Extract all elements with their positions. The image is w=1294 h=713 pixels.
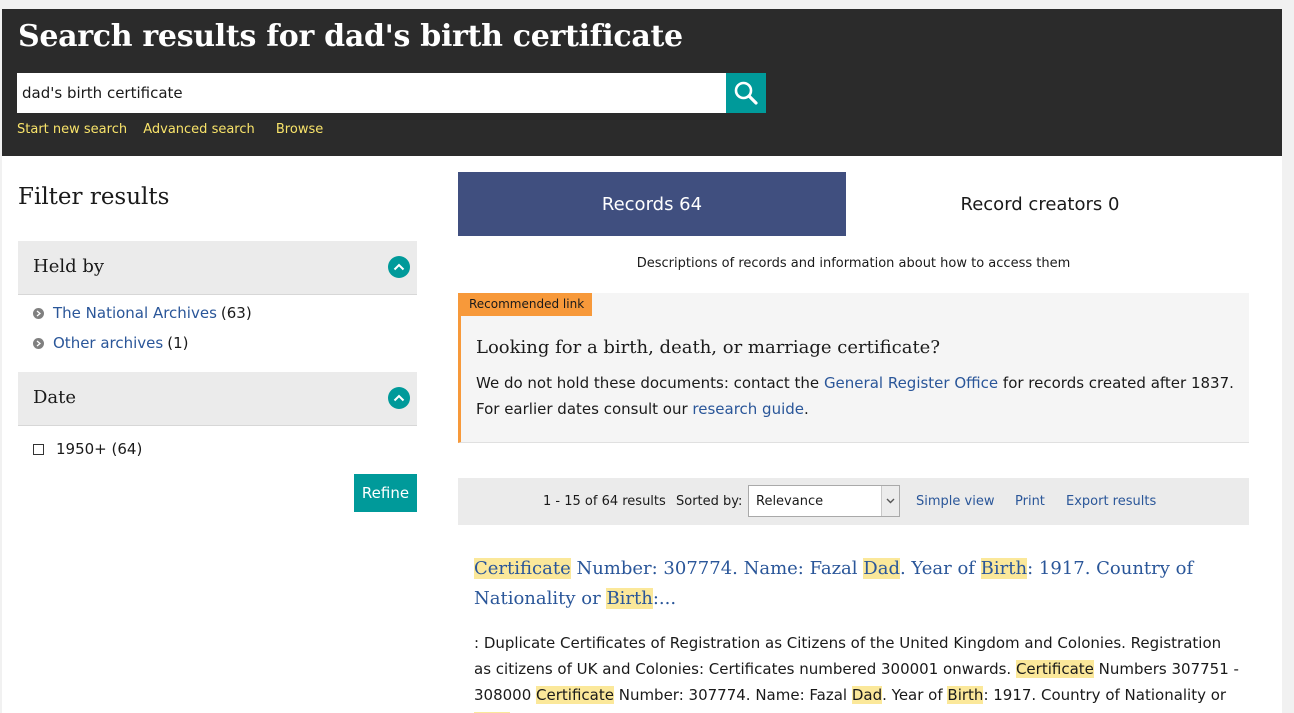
recommended-text: We do not hold these documents: contact … (476, 370, 1236, 422)
results-count: 1 - 15 of 64 results (543, 494, 666, 509)
tab-records[interactable]: Records 64 (458, 172, 846, 236)
simple-view-link[interactable]: Simple view (916, 494, 994, 509)
result-text: Number: 307774. Name: Fazal (613, 686, 852, 704)
result-text: :... (652, 588, 677, 609)
export-results-link[interactable]: Export results (1066, 494, 1156, 509)
date-1950-checkbox[interactable] (33, 443, 44, 455)
held-by-label: Held by (33, 256, 105, 277)
result-title-link[interactable]: Certificate Number: 307774. Name: Fazal … (474, 558, 1193, 609)
facet-item-national-archives: The National Archives (63) (33, 304, 252, 322)
refine-button[interactable]: Refine (354, 474, 417, 512)
held-by-facet-header[interactable]: Held by (18, 241, 417, 295)
recommended-text-part: We do not hold these documents: contact … (476, 374, 824, 392)
print-link[interactable]: Print (1015, 494, 1045, 509)
search-icon (734, 81, 758, 105)
header-links: Start new search Advanced search Browse (17, 122, 335, 137)
research-guide-link[interactable]: research guide (692, 400, 804, 418)
tab-description: Descriptions of records and information … (636, 256, 1071, 271)
result-text: . Year of (882, 686, 948, 704)
date-1950-label: 1950+ (64) (56, 440, 143, 458)
other-archives-link[interactable]: Other archives (53, 334, 163, 352)
chevron-right-bullet-icon (33, 337, 44, 349)
sort-select-value: Relevance (756, 494, 824, 509)
advanced-search-link[interactable]: Advanced search (143, 122, 255, 137)
recommended-heading: Looking for a birth, death, or marriage … (476, 337, 940, 358)
sort-select[interactable]: Relevance (748, 485, 900, 517)
search-input[interactable] (17, 73, 728, 113)
chevron-right-bullet-icon (33, 307, 44, 319)
page-title: Search results for dad's birth certifica… (18, 19, 683, 54)
page: Search results for dad's birth certifica… (2, 9, 1282, 713)
search-term-highlight: Certificate (474, 558, 571, 579)
search-term-highlight: Dad (851, 686, 883, 704)
result-text: : 1917. Country of Nationality or (983, 686, 1227, 704)
recommended-text-part: . (804, 400, 809, 418)
search-term-highlight: Certificate (1015, 660, 1094, 678)
facet-count: (63) (220, 304, 252, 322)
result-text: Number: 307774. Name: Fazal (570, 558, 864, 579)
browse-link[interactable]: Browse (276, 122, 323, 137)
tab-record-creators[interactable]: Record creators 0 (846, 172, 1234, 236)
sorted-by-label: Sorted by: (676, 494, 743, 509)
facet-count: (1) (167, 334, 189, 352)
date-facet-header[interactable]: Date (18, 372, 417, 426)
filter-results-heading: Filter results (18, 184, 170, 210)
start-new-search-link[interactable]: Start new search (17, 122, 127, 137)
facet-item-date-1950: 1950+ (64) (33, 440, 142, 458)
chevron-up-icon[interactable] (388, 256, 410, 278)
search-term-highlight: Certificate (536, 686, 614, 704)
the-national-archives-link[interactable]: The National Archives (53, 304, 217, 322)
search-term-highlight: Birth (980, 558, 1028, 579)
search-term-highlight: Birth (606, 588, 653, 609)
chevron-down-icon (881, 486, 899, 516)
result-text: . Year of (899, 558, 981, 579)
search-header: Search results for dad's birth certifica… (2, 9, 1282, 156)
recommended-link-box: Recommended link Looking for a birth, de… (458, 293, 1249, 443)
results-toolbar: 1 - 15 of 64 results Sorted by: Relevanc… (458, 478, 1249, 525)
recommended-link-badge: Recommended link (461, 293, 593, 316)
search-button[interactable] (726, 73, 766, 113)
result-title: Certificate Number: 307774. Name: Fazal … (474, 554, 1214, 614)
search-term-highlight: Dad (863, 558, 900, 579)
facet-item-other-archives: Other archives (1) (33, 334, 188, 352)
general-register-office-link[interactable]: General Register Office (824, 374, 998, 392)
date-label: Date (33, 387, 77, 408)
search-term-highlight: Birth (947, 686, 984, 704)
result-description: : Duplicate Certificates of Registration… (474, 630, 1239, 713)
chevron-up-icon[interactable] (388, 387, 410, 409)
